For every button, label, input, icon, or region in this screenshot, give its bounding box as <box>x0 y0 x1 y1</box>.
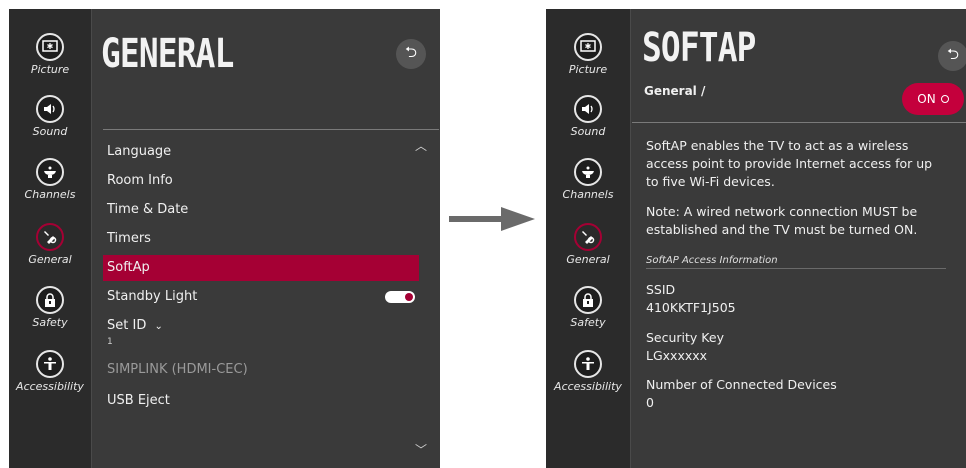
transition-arrow <box>449 205 535 233</box>
menu-item-timers[interactable]: Timers <box>103 226 419 252</box>
standby-light-toggle[interactable] <box>385 291 415 303</box>
sidebar-item-accessibility[interactable]: Accessibility <box>546 350 630 393</box>
settings-sidebar: ✱ Picture Sound Channels General Safety … <box>546 9 631 468</box>
sidebar-item-picture[interactable]: ✱ Picture <box>546 33 630 76</box>
softap-description: SoftAP enables the TV to act as a wirele… <box>646 138 933 189</box>
menu-item-simplink[interactable]: SIMPLINK (HDMI-CEC) <box>103 357 419 383</box>
toggle-indicator-icon <box>940 95 949 103</box>
back-arrow-icon: ⮌ <box>946 44 959 63</box>
connected-devices-value: 0 <box>646 395 654 410</box>
softap-note: Note: A wired network connection MUST be… <box>646 204 918 237</box>
connected-devices-label: Number of Connected Devices <box>646 377 837 392</box>
satellite-dish-icon <box>574 158 602 186</box>
sidebar-item-safety[interactable]: Safety <box>9 286 91 329</box>
sidebar-item-sound[interactable]: Sound <box>9 95 91 138</box>
menu-item-room-info[interactable]: Room Info <box>103 168 419 194</box>
section-divider <box>646 268 946 269</box>
menu-item-time-date[interactable]: Time & Date <box>103 197 419 223</box>
sidebar-item-general[interactable]: General <box>546 223 630 266</box>
page-title: SOFTAP <box>642 25 756 71</box>
back-arrow-icon: ⮌ <box>404 42 417 61</box>
softap-panel: ✱ Picture Sound Channels General Safety … <box>546 9 966 468</box>
set-id-value: 1 <box>107 337 113 347</box>
svg-text:✱: ✱ <box>585 42 592 51</box>
svg-text:✱: ✱ <box>47 42 54 51</box>
back-button[interactable]: ⮌ <box>938 41 966 71</box>
speaker-icon <box>574 95 602 123</box>
tools-icon <box>36 223 64 251</box>
page-title: GENERAL <box>101 31 234 77</box>
back-button[interactable]: ⮌ <box>396 39 426 69</box>
menu-item-set-id[interactable]: Set ID ⌄ <box>103 313 419 339</box>
security-key-value: LGxxxxxx <box>646 348 708 363</box>
lock-icon <box>574 286 602 314</box>
picture-icon: ✱ <box>574 33 602 61</box>
accessibility-icon <box>574 350 602 378</box>
sidebar-item-accessibility[interactable]: Accessibility <box>9 350 91 393</box>
title-divider <box>103 129 439 130</box>
security-key-label: Security Key <box>646 330 724 345</box>
title-divider <box>632 122 966 123</box>
menu-item-language[interactable]: Language <box>103 139 419 165</box>
settings-sidebar: ✱ Picture Sound Channels General Safety … <box>9 9 92 468</box>
picture-icon: ✱ <box>36 33 64 61</box>
menu-item-usb-eject[interactable]: USB Eject <box>103 388 419 414</box>
lock-icon <box>36 286 64 314</box>
general-menu-panel: ✱ Picture Sound Channels General Safety … <box>9 9 440 468</box>
sidebar-item-picture[interactable]: ✱ Picture <box>9 33 91 76</box>
accessibility-icon <box>36 350 64 378</box>
ssid-value: 410KKTF1J505 <box>646 300 736 315</box>
scroll-down-icon[interactable]: ﹀ <box>415 441 427 458</box>
tools-icon <box>574 223 602 251</box>
softap-on-toggle[interactable]: ON <box>902 83 964 115</box>
sidebar-item-safety[interactable]: Safety <box>546 286 630 329</box>
menu-item-softap[interactable]: SoftAp <box>103 255 419 281</box>
chevron-down-icon: ⌄ <box>154 321 163 332</box>
sidebar-item-sound[interactable]: Sound <box>546 95 630 138</box>
breadcrumb: General / <box>644 84 706 98</box>
sidebar-item-channels[interactable]: Channels <box>546 158 630 201</box>
menu-item-standby-light[interactable]: Standby Light <box>103 284 419 310</box>
sidebar-item-general[interactable]: General <box>9 223 91 266</box>
sidebar-item-channels[interactable]: Channels <box>9 158 91 201</box>
satellite-dish-icon <box>36 158 64 186</box>
ssid-label: SSID <box>646 282 676 297</box>
toggle-knob <box>405 293 413 301</box>
speaker-icon <box>36 95 64 123</box>
